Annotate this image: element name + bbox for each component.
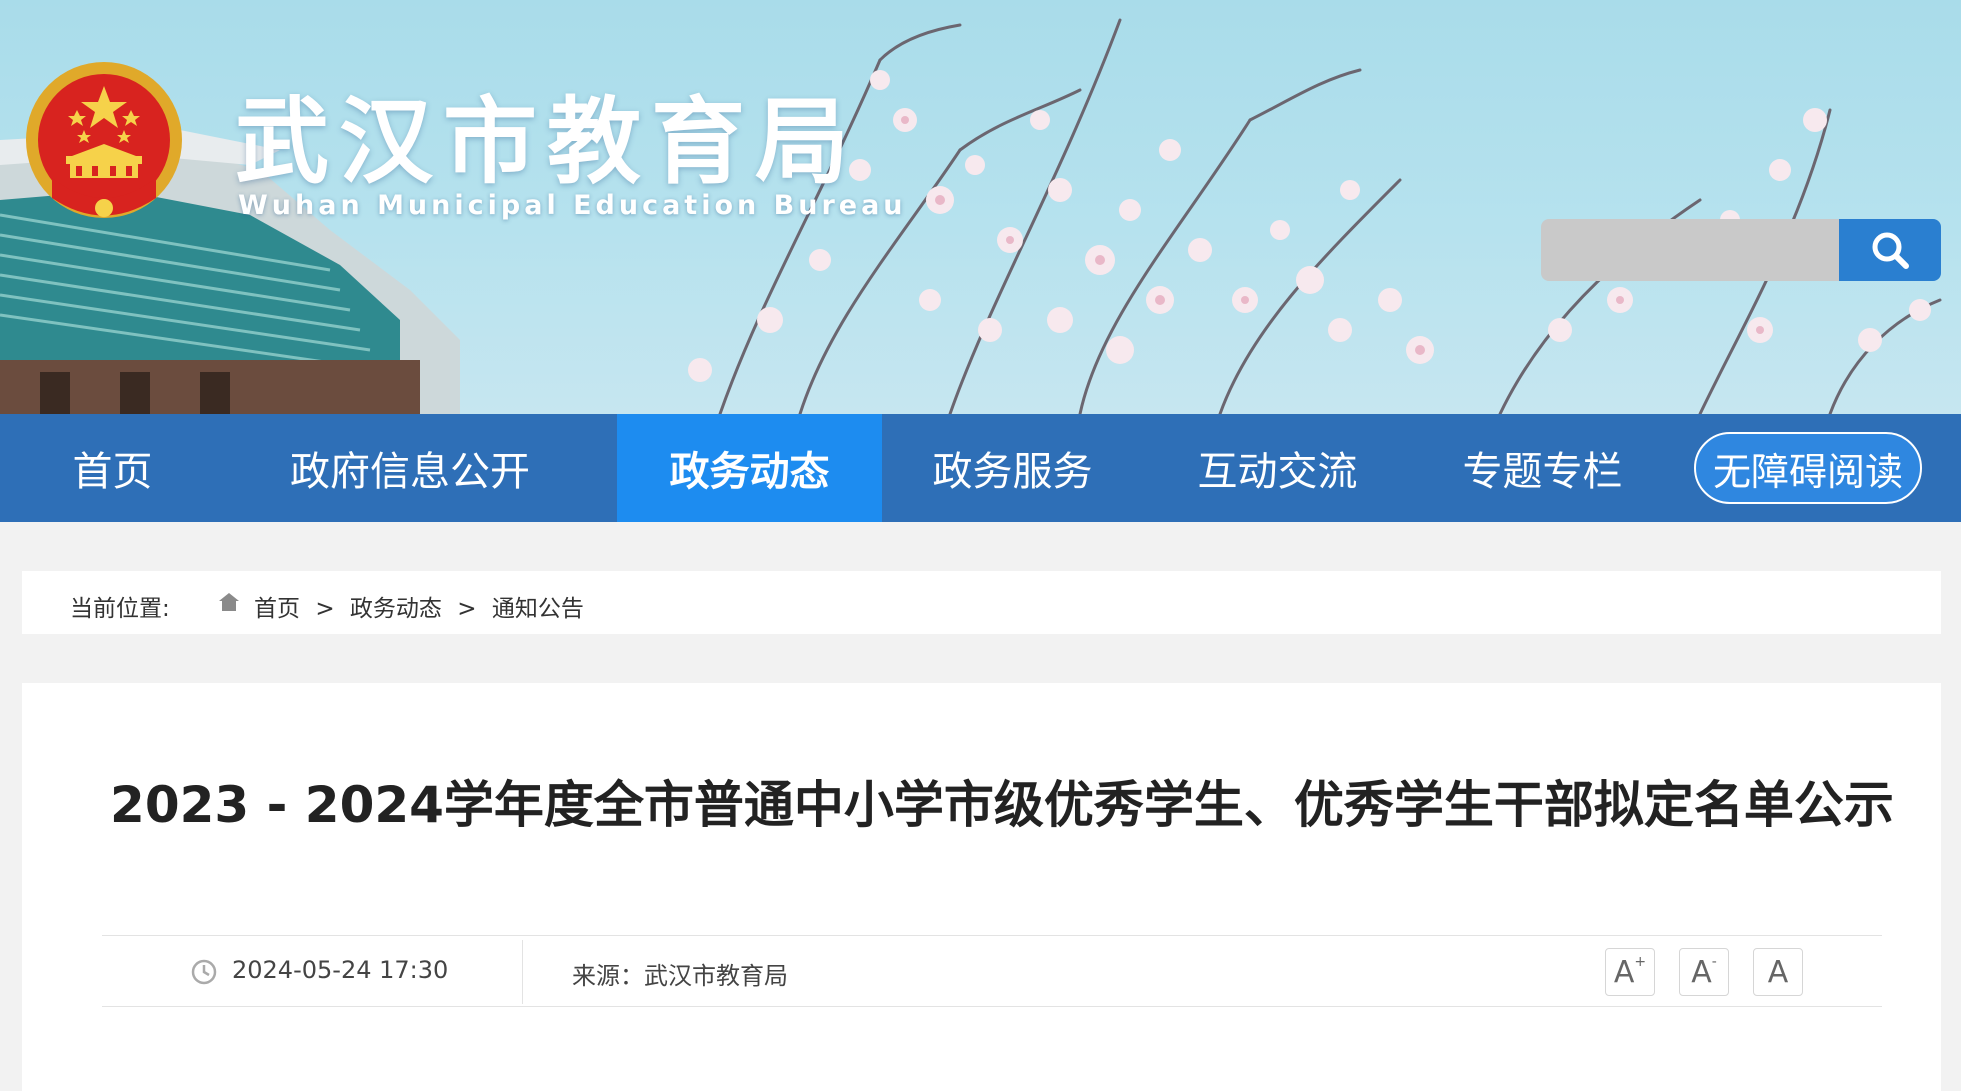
breadcrumb-separator: > <box>457 596 477 622</box>
font-size-default-button[interactable]: A <box>1753 948 1803 996</box>
breadcrumb-item-notices[interactable]: 通知公告 <box>492 596 584 622</box>
home-icon <box>219 593 239 611</box>
article-meta-bar: 2024-05-24 17:30 来源：武汉市教育局 A + A- A <box>102 935 1882 1007</box>
breadcrumb-path: 首页 > 政务动态 > 通知公告 <box>254 589 592 623</box>
font-size-decrease-button[interactable]: A- <box>1679 948 1729 996</box>
breadcrumb-label: 当前位置: <box>70 596 170 622</box>
breadcrumb-item-home[interactable]: 首页 <box>254 596 300 622</box>
breadcrumb-separator: > <box>315 596 335 622</box>
main-nav: 首页 政府信息公开 政务动态 政务服务 互动交流 专题专栏 <box>0 414 1961 522</box>
site-title: 武汉市教育局 <box>235 88 860 197</box>
search-button[interactable] <box>1839 219 1941 281</box>
article-title: 2023 - 2024学年度全市普通中小学市级优秀学生、优秀学生干部拟定名单公示 <box>110 776 1894 834</box>
header-banner: 武汉市教育局 Wuhan Municipal Education Bureau <box>0 0 1961 414</box>
article-source: 来源：武汉市教育局 <box>572 962 788 990</box>
nav-item-special-topics[interactable]: 专题专栏 <box>1450 414 1635 522</box>
nav-item-gov-services[interactable]: 政务服务 <box>920 414 1105 522</box>
breadcrumb: 当前位置: 首页 > 政务动态 > 通知公告 <box>22 571 1941 634</box>
accessibility-reading-button[interactable]: 无障碍阅读 <box>1694 432 1922 504</box>
publish-date: 2024-05-24 17:30 <box>232 956 449 984</box>
nav-item-gov-news[interactable]: 政务动态 <box>617 414 882 522</box>
search-icon <box>1872 232 1909 269</box>
search-input[interactable] <box>1541 219 1839 281</box>
article-card: 2023 - 2024学年度全市普通中小学市级优秀学生、优秀学生干部拟定名单公示… <box>22 683 1941 1091</box>
nav-item-home[interactable]: 首页 <box>40 414 185 522</box>
national-emblem-logo <box>26 62 182 218</box>
site-subtitle: Wuhan Municipal Education Bureau <box>238 190 907 221</box>
nav-item-gov-info[interactable]: 政府信息公开 <box>270 414 550 522</box>
breadcrumb-item-gov-news[interactable]: 政务动态 <box>350 596 442 622</box>
font-size-increase-button[interactable]: A + <box>1605 948 1655 996</box>
nav-item-interaction[interactable]: 互动交流 <box>1185 414 1370 522</box>
clock-icon <box>191 959 217 985</box>
meta-divider <box>522 940 523 1004</box>
